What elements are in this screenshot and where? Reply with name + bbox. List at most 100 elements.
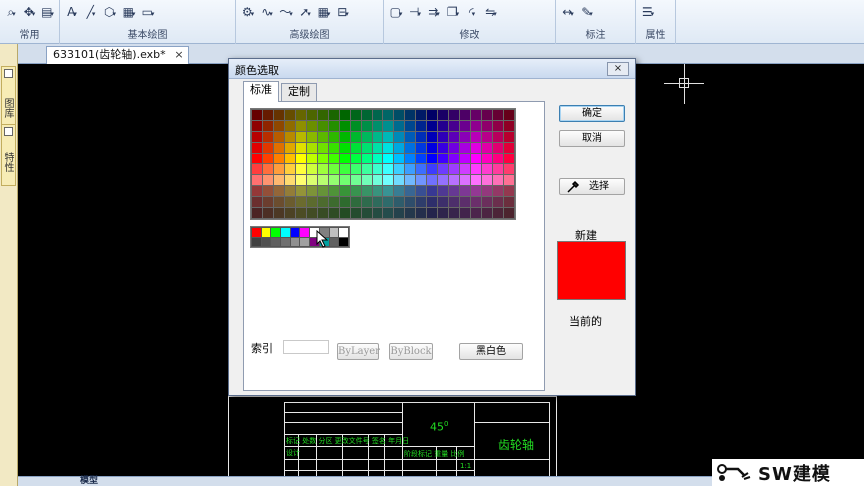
palette-swatch[interactable] <box>438 153 449 164</box>
palette-swatch[interactable] <box>295 164 306 175</box>
palette-swatch[interactable] <box>416 175 427 186</box>
palette-swatch[interactable] <box>372 175 383 186</box>
palette-swatch[interactable] <box>416 164 427 175</box>
palette-swatch[interactable] <box>284 153 295 164</box>
palette-swatch[interactable] <box>394 110 405 120</box>
palette-swatch[interactable] <box>449 164 460 175</box>
palette-swatch[interactable] <box>504 164 514 175</box>
palette-swatch[interactable] <box>460 142 471 153</box>
palette-swatch[interactable] <box>262 175 273 186</box>
palette-swatch[interactable] <box>438 175 449 186</box>
palette-swatch[interactable] <box>405 131 416 142</box>
palette-swatch[interactable] <box>471 186 482 197</box>
palette-swatch[interactable] <box>317 120 328 131</box>
palette-swatch[interactable] <box>504 110 514 120</box>
standard-color-swatch[interactable] <box>261 228 271 237</box>
properties-icon[interactable]: ☰ <box>640 4 656 20</box>
standard-color-swatch[interactable] <box>290 228 300 237</box>
palette-swatch[interactable] <box>317 164 328 175</box>
cancel-button[interactable]: 取消 <box>559 130 625 147</box>
standard-color-swatch[interactable] <box>329 237 339 246</box>
palette-swatch[interactable] <box>471 142 482 153</box>
palette-swatch[interactable] <box>471 153 482 164</box>
palette-swatch[interactable] <box>482 131 493 142</box>
palette-swatch[interactable] <box>383 142 394 153</box>
palette-swatch[interactable] <box>361 131 372 142</box>
palette-swatch[interactable] <box>427 110 438 120</box>
index-input[interactable] <box>283 340 329 354</box>
copy-icon[interactable]: ❐ <box>445 4 461 20</box>
palette-swatch[interactable] <box>295 142 306 153</box>
palette-swatch[interactable] <box>449 110 460 120</box>
palette-swatch[interactable] <box>449 186 460 197</box>
palette-swatch[interactable] <box>273 131 284 142</box>
palette-swatch[interactable] <box>361 164 372 175</box>
palette-swatch[interactable] <box>460 164 471 175</box>
palette-swatch[interactable] <box>427 131 438 142</box>
palette-swatch[interactable] <box>361 142 372 153</box>
palette-swatch[interactable] <box>416 197 427 208</box>
palette-swatch[interactable] <box>262 153 273 164</box>
palette-swatch[interactable] <box>482 153 493 164</box>
palette-swatch[interactable] <box>372 131 383 142</box>
standard-color-swatch[interactable] <box>271 237 281 246</box>
polygon-icon[interactable]: ⬡ <box>102 4 118 20</box>
palette-swatch[interactable] <box>328 208 339 218</box>
palette-swatch[interactable] <box>339 110 350 120</box>
palette-swatch[interactable] <box>493 175 504 186</box>
palette-swatch[interactable] <box>394 197 405 208</box>
palette-swatch[interactable] <box>273 120 284 131</box>
palette-swatch[interactable] <box>295 197 306 208</box>
palette-swatch[interactable] <box>405 208 416 218</box>
palette-swatch[interactable] <box>405 142 416 153</box>
palette-swatch[interactable] <box>438 110 449 120</box>
palette-swatch[interactable] <box>438 164 449 175</box>
palette-swatch[interactable] <box>482 164 493 175</box>
palette-swatch[interactable] <box>383 197 394 208</box>
palette-swatch[interactable] <box>252 208 262 218</box>
document-tab[interactable]: 633101(齿轮轴).exb* × <box>46 46 189 64</box>
palette-swatch[interactable] <box>438 197 449 208</box>
palette-swatch[interactable] <box>416 186 427 197</box>
palette-swatch[interactable] <box>449 175 460 186</box>
palette-swatch[interactable] <box>328 120 339 131</box>
color-palette-grid[interactable] <box>250 108 516 220</box>
byblock-button[interactable]: ByBlock <box>389 343 433 360</box>
palette-swatch[interactable] <box>350 186 361 197</box>
palette-swatch[interactable] <box>284 208 295 218</box>
standard-color-swatch[interactable] <box>252 237 261 246</box>
palette-swatch[interactable] <box>339 197 350 208</box>
palette-swatch[interactable] <box>328 175 339 186</box>
close-icon[interactable]: × <box>174 47 183 63</box>
mirror-icon[interactable]: ⇋ <box>483 4 499 20</box>
table-icon[interactable]: ▦ <box>316 4 332 20</box>
palette-swatch[interactable] <box>317 142 328 153</box>
offset-icon[interactable]: ⇉ <box>426 4 442 20</box>
palette-swatch[interactable] <box>482 110 493 120</box>
palette-swatch[interactable] <box>295 186 306 197</box>
palette-swatch[interactable] <box>493 164 504 175</box>
palette-swatch[interactable] <box>350 164 361 175</box>
palette-swatch[interactable] <box>493 208 504 218</box>
palette-swatch[interactable] <box>361 186 372 197</box>
palette-swatch[interactable] <box>471 175 482 186</box>
palette-swatch[interactable] <box>273 175 284 186</box>
hatch-icon[interactable]: ▦ <box>121 4 137 20</box>
palette-swatch[interactable] <box>427 208 438 218</box>
palette-swatch[interactable] <box>252 142 262 153</box>
palette-swatch[interactable] <box>482 186 493 197</box>
palette-swatch[interactable] <box>427 186 438 197</box>
palette-swatch[interactable] <box>471 164 482 175</box>
palette-swatch[interactable] <box>438 120 449 131</box>
palette-swatch[interactable] <box>372 208 383 218</box>
palette-swatch[interactable] <box>372 142 383 153</box>
palette-swatch[interactable] <box>427 164 438 175</box>
palette-swatch[interactable] <box>449 142 460 153</box>
palette-swatch[interactable] <box>416 120 427 131</box>
ok-button[interactable]: 确定 <box>559 105 625 122</box>
palette-swatch[interactable] <box>416 142 427 153</box>
palette-swatch[interactable] <box>460 175 471 186</box>
palette-swatch[interactable] <box>383 208 394 218</box>
palette-swatch[interactable] <box>427 197 438 208</box>
palette-swatch[interactable] <box>427 120 438 131</box>
